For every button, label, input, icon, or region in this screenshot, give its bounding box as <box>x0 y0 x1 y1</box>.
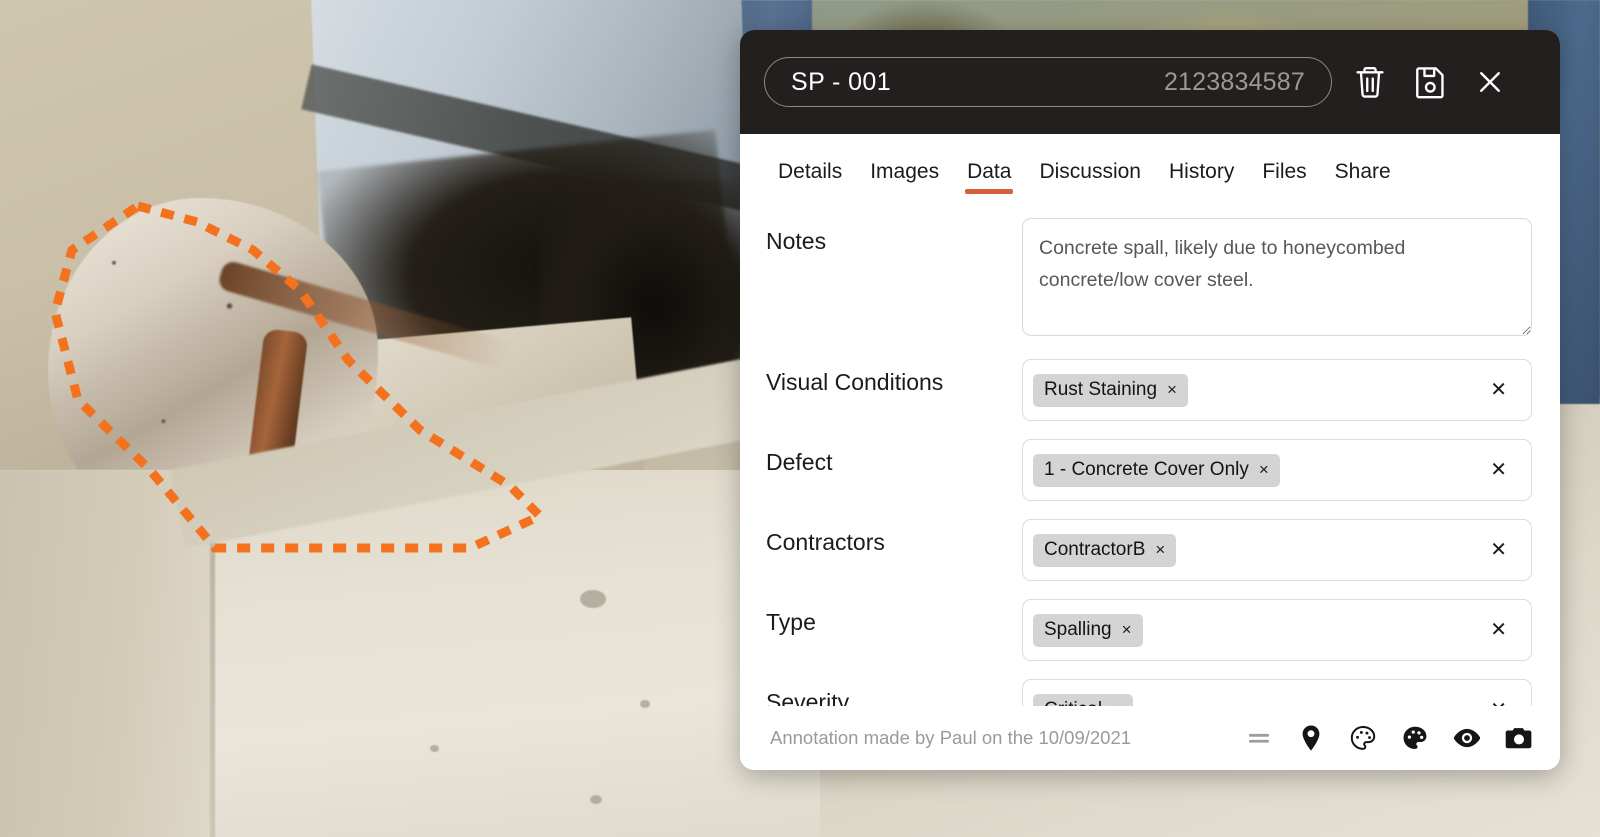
photo-pockmark <box>430 745 439 752</box>
field-type: Type Spalling × ✕ <box>766 599 1532 661</box>
palette-outline-button[interactable] <box>1348 723 1378 753</box>
annotation-author-note: Annotation made by Paul on the 10/09/202… <box>770 727 1132 748</box>
tab-data[interactable]: Data <box>953 160 1025 196</box>
field-notes: Notes <box>766 218 1532 341</box>
tag-remove-icon[interactable]: × <box>1167 381 1177 398</box>
field-label-contractors: Contractors <box>766 529 885 555</box>
field-severity: Severity Critical × ✕ <box>766 679 1532 706</box>
tab-history[interactable]: History <box>1155 160 1248 196</box>
tag-item[interactable]: Critical × <box>1033 693 1133 707</box>
tag-label: Spalling <box>1044 618 1112 640</box>
footer-toolbar <box>1244 723 1534 753</box>
field-contractors: Contractors ContractorB × ✕ <box>766 519 1532 581</box>
clear-field-icon[interactable]: ✕ <box>1484 380 1517 400</box>
notes-input[interactable] <box>1022 218 1532 336</box>
tag-list: ContractorB × <box>1033 533 1476 567</box>
tag-label: ContractorB <box>1044 538 1146 560</box>
tab-files[interactable]: Files <box>1248 160 1320 196</box>
record-title: SP - 001 <box>791 67 892 96</box>
tag-remove-icon[interactable]: × <box>1122 621 1132 638</box>
severity-select[interactable]: Critical × ✕ <box>1022 679 1532 706</box>
tag-list: 1 - Concrete Cover Only × <box>1033 453 1476 487</box>
field-label-visual-conditions: Visual Conditions <box>766 369 944 395</box>
tag-label: 1 - Concrete Cover Only <box>1044 458 1249 480</box>
clear-field-icon[interactable]: ✕ <box>1484 460 1517 480</box>
tag-list: Spalling × <box>1033 613 1476 647</box>
record-title-pill[interactable]: SP - 001 2123834587 <box>764 57 1332 107</box>
floppy-disk-save-icon <box>1413 64 1447 100</box>
tag-item[interactable]: Rust Staining × <box>1033 373 1188 407</box>
field-label-severity: Severity <box>766 689 850 706</box>
visibility-button[interactable] <box>1452 723 1482 753</box>
data-tab-content[interactable]: Notes Visual Conditions Rust Staining × … <box>740 196 1560 706</box>
palette-filled-icon <box>1401 724 1429 752</box>
panel-footer: Annotation made by Paul on the 10/09/202… <box>740 706 1560 770</box>
measure-button[interactable] <box>1244 723 1274 753</box>
tab-images[interactable]: Images <box>856 160 953 196</box>
field-label-type: Type <box>766 609 816 635</box>
clear-field-icon[interactable]: ✕ <box>1484 620 1517 640</box>
measure-icon <box>1246 725 1272 751</box>
tag-remove-icon[interactable]: × <box>1155 541 1165 558</box>
palette-filled-button[interactable] <box>1400 723 1430 753</box>
photo-pockmark <box>640 700 650 708</box>
field-visual-conditions: Visual Conditions Rust Staining × ✕ <box>766 359 1532 421</box>
tab-discussion[interactable]: Discussion <box>1025 160 1155 196</box>
field-label-defect: Defect <box>766 449 833 475</box>
camera-button[interactable] <box>1504 723 1534 753</box>
delete-button[interactable] <box>1348 60 1392 104</box>
type-select[interactable]: Spalling × ✕ <box>1022 599 1532 661</box>
tab-share[interactable]: Share <box>1321 160 1405 196</box>
annotation-detail-panel: SP - 001 2123834587 Details Images Data … <box>740 30 1560 770</box>
field-label-notes: Notes <box>766 228 827 254</box>
visual-conditions-select[interactable]: Rust Staining × ✕ <box>1022 359 1532 421</box>
location-button[interactable] <box>1296 723 1326 753</box>
field-defect: Defect 1 - Concrete Cover Only × ✕ <box>766 439 1532 501</box>
save-button[interactable] <box>1408 60 1452 104</box>
tag-remove-icon[interactable]: × <box>1112 701 1122 706</box>
clear-field-icon[interactable]: ✕ <box>1484 540 1517 560</box>
tag-item[interactable]: 1 - Concrete Cover Only × <box>1033 453 1280 487</box>
photo-pockmark <box>580 590 606 608</box>
location-pin-icon <box>1298 724 1324 752</box>
panel-header: SP - 001 2123834587 <box>740 30 1560 134</box>
palette-outline-icon <box>1349 724 1377 752</box>
eye-icon <box>1453 725 1481 751</box>
tag-label: Critical <box>1044 699 1102 707</box>
tag-list: Rust Staining × <box>1033 373 1476 407</box>
tab-bar: Details Images Data Discussion History F… <box>740 134 1560 196</box>
close-button[interactable] <box>1468 60 1512 104</box>
tag-item[interactable]: ContractorB × <box>1033 533 1177 567</box>
camera-icon <box>1505 725 1533 751</box>
tag-item[interactable]: Spalling × <box>1033 613 1143 647</box>
tag-remove-icon[interactable]: × <box>1259 461 1269 478</box>
tab-details[interactable]: Details <box>764 160 856 196</box>
photo-pockmark <box>590 795 602 804</box>
record-id: 2123834587 <box>1163 67 1305 96</box>
trash-icon <box>1353 64 1387 100</box>
tag-list: Critical × <box>1033 693 1476 707</box>
clear-field-icon[interactable]: ✕ <box>1484 700 1517 706</box>
tag-label: Rust Staining <box>1044 378 1158 400</box>
defect-select[interactable]: 1 - Concrete Cover Only × ✕ <box>1022 439 1532 501</box>
contractors-select[interactable]: ContractorB × ✕ <box>1022 519 1532 581</box>
close-icon <box>1475 67 1505 97</box>
